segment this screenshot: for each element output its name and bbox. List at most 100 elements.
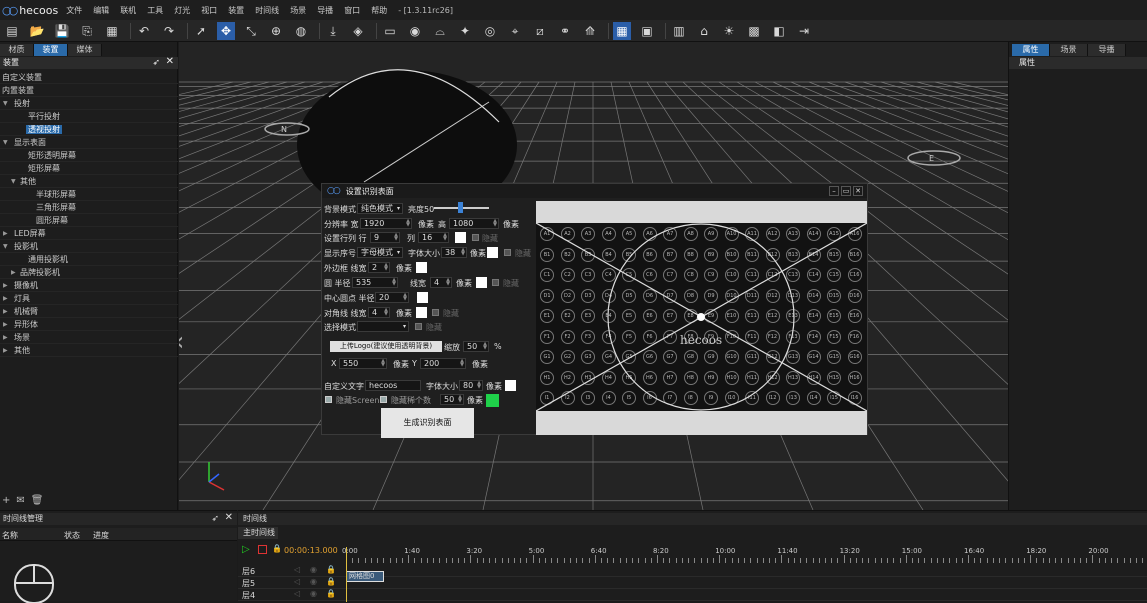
lock-icon[interactable]: 🔒	[272, 544, 282, 553]
font-size-input[interactable]: 38 ▲ ▼	[441, 247, 467, 258]
speaker-icon[interactable]: ◁	[294, 589, 300, 598]
spin-icon[interactable]: ▲ ▼	[461, 248, 465, 257]
tree-item[interactable]: 圆形屏幕	[0, 214, 178, 227]
border-width-input[interactable]: 2 ▲ ▼	[368, 262, 390, 273]
x-input[interactable]: 550 ▲ ▼	[339, 358, 387, 369]
pivot-icon[interactable]: ⊕	[267, 22, 285, 40]
globe-icon[interactable]: ◍	[292, 22, 310, 40]
expand-right-icon[interactable]: ▶	[3, 279, 8, 292]
diag-color-swatch[interactable]	[416, 307, 427, 318]
tree-item[interactable]: ▶ 品牌投影机	[0, 266, 178, 279]
mirror-icon[interactable]: ◧	[770, 22, 788, 40]
hide-screen-checkbox[interactable]	[325, 396, 332, 403]
eye-icon[interactable]: ◉	[310, 565, 317, 574]
hide-seq-checkbox[interactable]	[504, 249, 511, 256]
dialog-close-button[interactable]: ✕	[853, 186, 863, 196]
expand-right-icon[interactable]: ▶	[3, 318, 8, 331]
playhead[interactable]	[346, 547, 347, 602]
menu-item-7[interactable]: 时间线	[255, 5, 279, 16]
tree-item[interactable]: ▶ 异形体	[0, 318, 178, 331]
eye-icon[interactable]: ◉	[310, 589, 317, 598]
height-input[interactable]: 1080 ▲ ▼	[449, 218, 499, 229]
tree-item[interactable]: ▼ 其他	[0, 175, 178, 188]
menu-item-3[interactable]: 工具	[147, 5, 163, 16]
collapse-arrow-icon[interactable]: ‹	[179, 327, 184, 357]
expand-right-icon[interactable]: ▶	[3, 344, 8, 357]
move-icon[interactable]: ✥	[217, 22, 235, 40]
sunrise-icon[interactable]: ☀	[720, 22, 738, 40]
seq-mode-select[interactable]: 字母模式 ▾	[357, 247, 403, 258]
minimize-button[interactable]: –	[829, 186, 839, 196]
link-icon[interactable]: ⚭	[556, 22, 574, 40]
border-color-swatch[interactable]	[416, 262, 427, 273]
box-icon[interactable]: ◈	[349, 22, 367, 40]
seats-icon[interactable]: ⌂	[695, 22, 713, 40]
circle-radius-input[interactable]: 535 ▲ ▼	[352, 277, 398, 288]
save-as-icon[interactable]: ⎘	[78, 22, 96, 40]
menu-item-5[interactable]: 视口	[201, 5, 217, 16]
maximize-button[interactable]: ▭	[841, 186, 851, 196]
expand-right-icon[interactable]: ▶	[11, 266, 16, 279]
pin-icon[interactable]: ➶	[211, 513, 219, 525]
eye-icon[interactable]: ◉	[310, 577, 317, 586]
trash-icon[interactable]: 🗑	[31, 495, 44, 506]
spin-icon[interactable]: ▲ ▼	[381, 359, 385, 368]
tab-2[interactable]: 媒体	[68, 44, 102, 56]
tab-main-timeline[interactable]: 主时间线	[238, 527, 278, 539]
lock-icon[interactable]: 🔒	[326, 577, 336, 586]
timeline-layer[interactable]: 层4 ◁ ◉ 🔒	[238, 589, 1147, 601]
timeline-clip[interactable]: 网格图0	[346, 571, 384, 582]
spin-icon[interactable]: ▲ ▼	[477, 381, 481, 390]
tree-item[interactable]: 自定义装置	[0, 71, 178, 84]
monitor-icon[interactable]: ▣	[638, 22, 656, 40]
exit-icon[interactable]: ⇥	[795, 22, 813, 40]
seq-color-swatch[interactable]	[487, 247, 498, 258]
tab-1[interactable]: 装置	[34, 44, 68, 56]
tree-item[interactable]: ▼ 显示表面	[0, 136, 178, 149]
select-icon[interactable]: ➚	[192, 22, 210, 40]
tree-item[interactable]: ▼ 投影机	[0, 240, 178, 253]
center-radius-input[interactable]: 20 ▲ ▼	[375, 292, 409, 303]
tree-item[interactable]: 半球形屏幕	[0, 188, 178, 201]
add-icon[interactable]: +	[2, 495, 10, 506]
custom-font-size-input[interactable]: 80 ▲ ▼	[459, 380, 483, 391]
lock-icon[interactable]: 🔒	[326, 565, 336, 574]
rows-input[interactable]: 9 ▲ ▼	[370, 232, 400, 243]
film-icon[interactable]: ▥	[670, 22, 688, 40]
menu-item-10[interactable]: 窗口	[344, 5, 360, 16]
rocket-icon[interactable]: ⟰	[581, 22, 599, 40]
circle-width-input[interactable]: 4 ▲ ▼	[430, 277, 452, 288]
tree-item[interactable]: 矩形透明屏幕	[0, 149, 178, 162]
custom-text-input[interactable]: hecoos	[365, 380, 421, 391]
generate-surface-button[interactable]: 生成识别表面	[381, 408, 474, 438]
projector-icon[interactable]: ⌓	[431, 22, 449, 40]
tab-0[interactable]: 材质	[0, 44, 34, 56]
expand-down-icon[interactable]: ▼	[3, 97, 8, 110]
expand-right-icon[interactable]: ▶	[3, 331, 8, 344]
scale-input[interactable]: 50 ▲ ▼	[463, 341, 489, 352]
tree-item[interactable]: ▶ 灯具	[0, 292, 178, 305]
speaker-icon[interactable]: ◁	[294, 565, 300, 574]
tree-item[interactable]: ▶ LED屏幕	[0, 227, 178, 240]
import-icon[interactable]: ⤓	[324, 22, 342, 40]
spin-icon[interactable]: ▲ ▼	[483, 342, 487, 351]
tree-item[interactable]: ▶ 摄像机	[0, 279, 178, 292]
center-color-swatch[interactable]	[417, 292, 428, 303]
tree-item[interactable]: 平行投射	[0, 110, 178, 123]
menu-item-0[interactable]: 文件	[66, 5, 82, 16]
tree-item[interactable]: ▶ 机械臂	[0, 305, 178, 318]
upload-logo-button[interactable]: 上传Logo(建议使用透明背景)	[330, 341, 442, 352]
brightness-slider[interactable]	[434, 202, 489, 213]
package-icon[interactable]: ▦	[103, 22, 121, 40]
spin-icon[interactable]: ▲ ▼	[460, 359, 464, 368]
right-tab-0[interactable]: 属性	[1012, 44, 1050, 56]
spin-icon[interactable]: ▲ ▼	[443, 233, 447, 242]
scale-icon[interactable]: ⤡	[242, 22, 260, 40]
close-icon[interactable]: ✕	[225, 512, 233, 524]
menu-item-6[interactable]: 装置	[228, 5, 244, 16]
new-icon[interactable]: ▤	[3, 22, 21, 40]
mail-icon[interactable]: ✉	[16, 495, 24, 506]
spin-icon[interactable]: ▲ ▼	[446, 278, 450, 287]
measure-icon[interactable]: ⧄	[531, 22, 549, 40]
tree-item[interactable]: 矩形屏幕	[0, 162, 178, 175]
